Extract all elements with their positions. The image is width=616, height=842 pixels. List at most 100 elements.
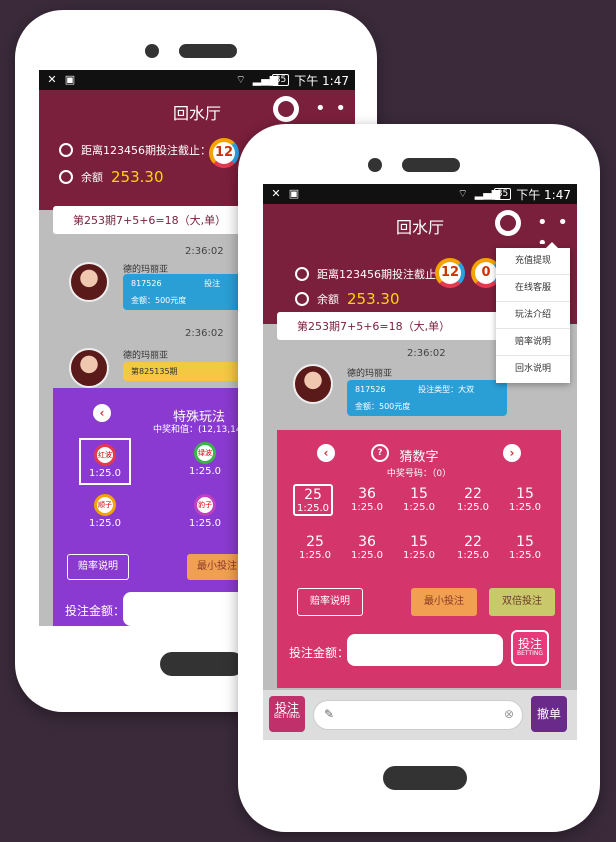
bet-button[interactable]: 投注 BETTING [269,696,305,732]
submit-bet-button[interactable]: 投注 BETTING [511,630,549,666]
front-camera [145,44,159,58]
ball-odds: 1:25.0 [89,468,121,479]
profile-icon[interactable] [273,96,299,122]
straight-icon: 顺子 [94,494,116,516]
message-input[interactable]: ✎ ⊗ [313,700,523,730]
header-title: 回水厅 [172,104,221,123]
double-bet-button[interactable]: 双倍投注 [489,588,555,616]
chat-time: 2:36:02 [185,246,224,257]
wifi-icon: ⌔ [235,73,246,86]
number-cell[interactable]: 15 1:25.0 [505,534,545,561]
panel-subtitle: 中奖号码：（0） [386,469,452,479]
countdown-row: 距离123456期投注截止： [295,266,447,282]
guess-number-panel: ‹ ? 猜数字 › 中奖号码：（0） 25 1:25.0 36 1:25.0 15 1… [277,430,561,688]
clock: 下午 1:47 [516,187,571,202]
result-text: 期7+5+6=18（大,单） [329,320,451,333]
ball-odds: 1:25.0 [189,518,221,529]
battery-icon: 85 [493,188,512,200]
result-prefix: 第 [297,320,308,333]
ball-option[interactable]: 红波 1:25.0 [79,438,131,485]
status-bar: ✕ ▣ ⌔ ▂▄▆ 85 下午 1:47 [263,184,577,204]
clock: 下午 1:47 [294,73,349,88]
chat-bubble: 第825135期 [123,362,253,381]
cancel-order-button[interactable]: 撤单 [531,696,567,732]
speaker-grill [179,44,237,58]
cancel-label: 撤单 [536,707,561,721]
bet-amount: 金额：500元度 [131,296,187,305]
menu-item-support[interactable]: 在线客服 [496,275,570,302]
ball-option[interactable]: 顺子 1:25.0 [83,494,127,529]
green-wave-icon: 绿波 [194,442,216,464]
ball-odds: 1:25.0 [189,466,221,477]
number-cell[interactable]: 36 1:25.0 [347,534,387,561]
number-cell[interactable]: 15 1:25.0 [399,534,439,561]
timer-icon [295,267,309,281]
number-cell[interactable]: 15 1:25.0 [505,486,545,513]
menu-item-rules[interactable]: 玩法介绍 [496,302,570,329]
number-cell[interactable]: 25 1:25.0 [293,484,333,516]
status-bar: ✕ ▣ ⌔ ▂▄▆ 85 下午 1:47 [39,70,355,90]
odds-info-button[interactable]: 赔率说明 [67,554,129,580]
odds-info-button[interactable]: 赔率说明 [297,588,363,616]
balance-value: 253.30 [347,290,400,308]
amount-input[interactable] [123,592,253,626]
balance-row: 余额 253.30 [295,290,400,308]
clear-icon[interactable]: ⊗ [504,707,514,721]
header-title: 回水厅 [395,218,444,237]
submit-sub: BETTING [516,650,544,658]
cat-icon: ✕ [47,73,57,86]
amount-input[interactable] [347,634,503,666]
avatar [69,262,109,302]
result-issue: 253 [308,320,329,333]
countdown-label: 距离123456期投注截止： [81,144,211,157]
ball-option[interactable]: 豹子 1:25.0 [183,494,227,529]
ball-odds: 1:25.0 [89,518,121,529]
leopard-icon: 豹子 [194,494,216,516]
balance-value: 253.30 [111,168,164,186]
min-bet-button[interactable]: 最小投注 [411,588,477,616]
number-cell[interactable]: 25 1:25.0 [295,534,335,561]
number-cell[interactable]: 15 1:25.0 [399,486,439,513]
bet-amount: 金额：500元度 [355,402,411,411]
result-bar: 第253期7+5+6=18（大,单） [277,312,507,340]
user-id: 817526 [131,279,162,288]
speaker-grill [402,158,460,172]
user-id: 817526 [355,385,386,394]
amount-label: 投注金额： [65,604,126,618]
result-issue: 253 [84,214,105,227]
number-cell[interactable]: 22 1:25.0 [453,486,493,513]
balance-label: 余额 [81,171,103,184]
next-icon[interactable]: › [503,444,521,462]
signal-icon: ▂▄▆ [252,73,279,86]
menu-item-recharge[interactable]: 充值提现 [496,248,570,275]
bet-sub: BETTING [273,713,301,720]
prev-icon[interactable]: ‹ [93,404,111,422]
balance-row: 余额 253.30 [59,168,164,186]
username: 德的玛丽亚 [347,369,393,379]
countdown-label: 距离123456期投注截止： [317,268,447,281]
ball-option[interactable]: 绿波 1:25.0 [183,442,227,477]
bet-issue: 第825135期 [131,367,178,376]
submit-label: 投注 [517,637,542,651]
home-button[interactable] [160,652,244,676]
profile-icon[interactable] [495,210,521,236]
wallet-icon [295,292,309,306]
home-button[interactable] [383,766,467,790]
countdown-row: 距离123456期投注截止： [59,142,211,158]
wifi-icon: ⌔ [457,187,468,200]
cat-icon: ✕ [271,187,281,200]
avatar [293,364,333,404]
header: 回水厅 • • • [263,204,577,254]
number-cell[interactable]: 22 1:25.0 [453,534,493,561]
wallet-icon [59,170,73,184]
number-cell[interactable]: 36 1:25.0 [347,486,387,513]
countdown-ring: 12 [209,138,239,168]
result-prefix: 第 [73,214,84,227]
more-menu: 充值提现 在线客服 玩法介绍 赔率说明 回水说明 [496,242,570,383]
username: 德的玛丽亚 [123,351,169,361]
countdown-ring: 12 [435,258,465,288]
battery-icon: 85 [271,74,290,86]
menu-item-rebate[interactable]: 回水说明 [496,356,570,383]
menu-item-odds[interactable]: 赔率说明 [496,329,570,356]
front-camera [368,158,382,172]
